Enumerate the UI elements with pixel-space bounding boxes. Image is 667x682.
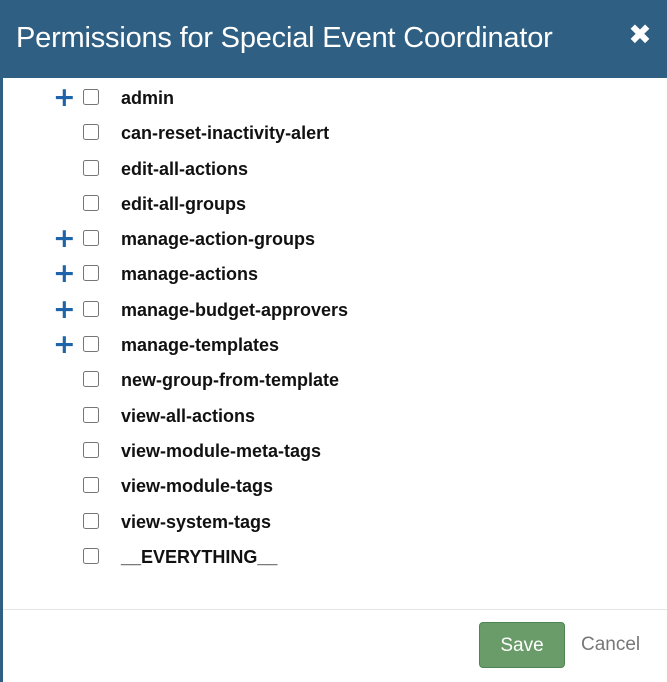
dialog-title: Permissions for Special Event Coordinato…: [16, 22, 553, 54]
permission-label: view-module-tags: [121, 476, 274, 497]
permission-checkbox-view-all-actions[interactable]: [83, 406, 99, 423]
permission-row-manage-action-groups: + manage-action-groups: [3, 225, 643, 260]
permission-row-admin: + admin: [3, 84, 643, 119]
footer-divider: [3, 609, 667, 610]
permission-label: can-reset-inactivity-alert: [121, 123, 330, 144]
permission-row-everything: __EVERYTHING__: [3, 543, 643, 578]
save-button[interactable]: Save: [479, 622, 565, 668]
permission-row-manage-budget-approvers: + manage-budget-approvers: [3, 296, 643, 331]
permission-label: view-system-tags: [121, 511, 272, 532]
permission-label: view-module-meta-tags: [121, 440, 322, 461]
permission-checkbox-everything[interactable]: [83, 547, 99, 564]
permission-checkbox-manage-action-groups[interactable]: [83, 230, 99, 247]
permission-label: view-all-actions: [121, 405, 256, 426]
permissions-dialog: Permissions for Special Event Coordinato…: [0, 0, 667, 682]
permission-checkbox-view-module-tags[interactable]: [83, 477, 99, 494]
cancel-link[interactable]: Cancel: [581, 631, 640, 659]
permission-row-view-all-actions: view-all-actions: [3, 402, 643, 437]
permission-label: edit-all-groups: [121, 193, 246, 214]
permission-row-edit-all-actions: edit-all-actions: [3, 155, 643, 190]
permission-label: manage-templates: [121, 335, 280, 356]
permission-row-view-module-tags: view-module-tags: [3, 472, 643, 507]
permission-row-view-module-meta-tags: view-module-meta-tags: [3, 437, 643, 472]
expand-plus-icon[interactable]: +: [53, 331, 76, 358]
expand-plus-icon[interactable]: +: [53, 260, 76, 287]
permission-row-view-system-tags: view-system-tags: [3, 508, 643, 543]
permission-label: edit-all-actions: [121, 158, 249, 179]
permission-checkbox-new-group-from-template[interactable]: [83, 371, 99, 388]
permission-row-manage-templates: + manage-templates: [3, 331, 643, 366]
permission-checkbox-manage-actions[interactable]: [83, 265, 99, 282]
expand-plus-icon[interactable]: +: [53, 296, 76, 323]
permission-checkbox-manage-budget-approvers[interactable]: [83, 300, 99, 317]
permission-label: new-group-from-template: [121, 370, 339, 391]
expand-plus-icon[interactable]: +: [53, 84, 76, 111]
permission-checkbox-can-reset-inactivity-alert[interactable]: [83, 124, 99, 141]
permission-checkbox-view-system-tags[interactable]: [83, 512, 99, 529]
permission-label: admin: [121, 88, 175, 108]
permissions-tree: + admin can-reset-inactivity-alert edit-…: [3, 84, 643, 578]
permission-row-manage-actions: + manage-actions: [3, 260, 643, 295]
permission-checkbox-edit-all-actions[interactable]: [83, 159, 99, 176]
permission-row-new-group-from-template: new-group-from-template: [3, 366, 643, 401]
permission-row-edit-all-groups: edit-all-groups: [3, 190, 643, 225]
dialog-header: Permissions for Special Event Coordinato…: [0, 0, 667, 78]
close-icon[interactable]: ✖: [626, 20, 654, 50]
permission-checkbox-view-module-meta-tags[interactable]: [83, 441, 99, 458]
permission-checkbox-admin[interactable]: [83, 89, 99, 105]
permission-label: manage-action-groups: [121, 229, 316, 250]
permission-label: manage-budget-approvers: [121, 299, 349, 320]
permission-row-can-reset-inactivity-alert: can-reset-inactivity-alert: [3, 119, 643, 154]
permission-checkbox-manage-templates[interactable]: [83, 336, 99, 353]
permission-label: __EVERYTHING__: [121, 546, 278, 567]
permission-checkbox-edit-all-groups[interactable]: [83, 194, 99, 211]
expand-plus-icon[interactable]: +: [53, 225, 76, 252]
permission-label: manage-actions: [121, 264, 259, 285]
